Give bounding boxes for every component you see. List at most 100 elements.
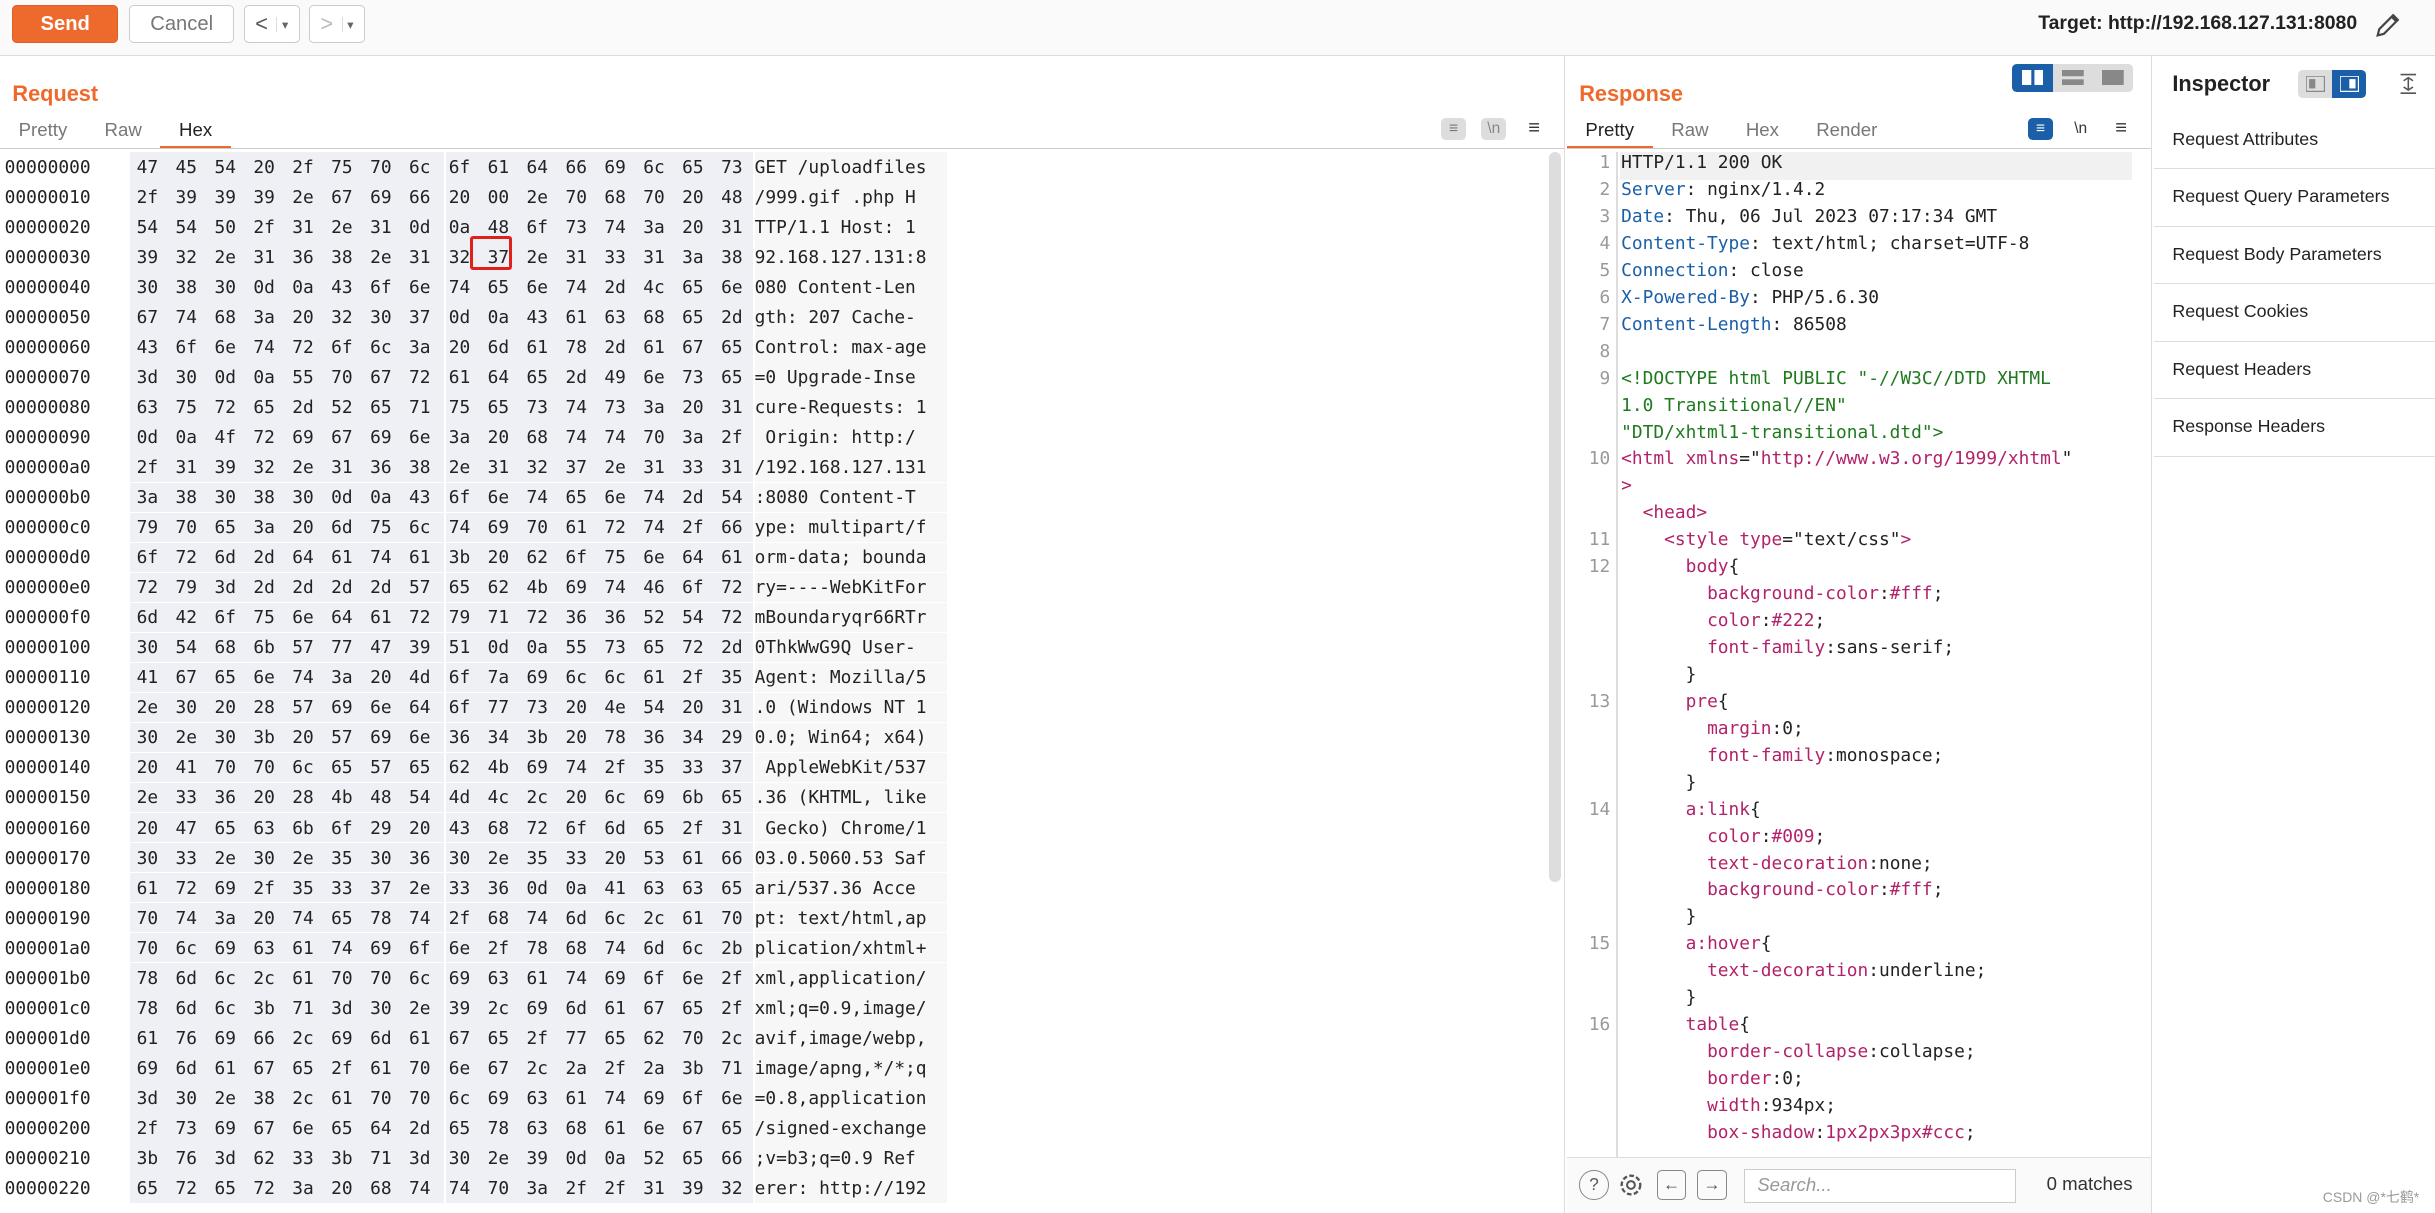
tab-raw[interactable]: Raw [1653,118,1728,149]
hex-bytes[interactable]: 74 69 70 61 72 74 2f 66 [449,517,743,538]
hex-bytes[interactable]: 6e 2f 78 68 74 6d 6c 2b [449,938,743,959]
tab-pretty[interactable]: Pretty [0,118,86,149]
hex-bytes[interactable]: 61 64 65 2d 49 6e 73 65 [449,367,743,388]
tab-hex[interactable]: Hex [160,118,231,150]
hex-row[interactable]: 00000160 20 47 65 63 6b 6f 29 20 43 68 72 … [0,812,1547,843]
hex-bytes[interactable]: 6f 72 6d 2d 64 61 74 61 [137,547,431,568]
tab-hex[interactable]: Hex [1727,118,1797,149]
hex-bytes[interactable]: 30 2e 39 0d 0a 52 65 66 [449,1148,743,1169]
hex-bytes[interactable]: 78 6d 6c 2c 61 70 70 6c [137,968,431,989]
hex-ascii[interactable]: avif,image/webp, [754,1023,948,1053]
hex-bytes[interactable]: 6f 7a 69 6c 6c 61 2f 35 [449,667,743,688]
hex-ascii[interactable]: ry=----WebKitFor [754,572,948,603]
hex-bytes[interactable]: 2f 31 39 32 2e 31 36 38 [137,457,431,478]
hex-row[interactable]: 000001e0 69 6d 61 67 65 2f 61 70 6e 67 2c … [0,1053,1547,1083]
hex-row[interactable]: 00000210 3b 76 3d 62 33 3b 71 3d 30 2e 39 … [0,1143,1547,1173]
hex-ascii[interactable]: 0.0; Win64; x64) [754,722,948,753]
hex-bytes[interactable]: 6d 42 6f 75 6e 64 61 72 [137,607,431,628]
hex-bytes[interactable]: 3a 38 30 38 30 0d 0a 43 [137,487,431,508]
inspector-layout-toggle[interactable] [2298,69,2367,98]
hex-bytes[interactable]: 6f 77 73 20 4e 54 20 31 [449,697,743,718]
hex-row[interactable]: 00000140 20 41 70 70 6c 65 57 65 62 4b 69 … [0,752,1547,783]
hex-ascii[interactable]: 03.0.5060.53 Saf [754,842,948,873]
inspector-list-icon[interactable] [2298,69,2333,98]
tab-raw[interactable]: Raw [86,118,161,149]
hex-ascii[interactable]: .36 (KHTML, like [754,782,948,813]
forward-button[interactable]: > ▾ [309,4,365,44]
send-button[interactable]: Send [12,4,118,44]
hex-bytes[interactable]: 41 67 65 6e 74 3a 20 4d [137,667,431,688]
hex-bytes[interactable]: 51 0d 0a 55 73 65 72 2d [449,637,743,658]
hex-ascii[interactable]: image/apng,*/*;q [754,1053,948,1083]
layout-toggle[interactable] [2012,63,2134,92]
hex-row[interactable]: 00000000 47 45 54 20 2f 75 70 6c 6f 61 64 … [0,152,1547,182]
inspector-request-attributes[interactable]: Request Attributes [2153,112,2435,170]
menu-icon[interactable]: ≡ [1522,117,1547,140]
hex-row[interactable]: 00000130 30 2e 30 3b 20 57 69 6e 36 34 3b … [0,722,1547,753]
hex-row[interactable]: 000000d0 6f 72 6d 2d 64 61 74 61 3b 20 62 … [0,542,1547,573]
hex-bytes[interactable]: 20 00 2e 70 68 70 20 48 [449,187,743,208]
hex-ascii[interactable]: 92.168.127.131:8 [754,242,948,272]
newline-toggle[interactable]: \n [1481,118,1507,140]
hex-bytes[interactable]: 30 38 30 0d 0a 43 6f 6e [137,277,431,298]
newline-toggle[interactable]: \n [2068,118,2093,140]
hex-bytes[interactable]: 30 54 68 6b 57 77 47 39 [137,637,431,658]
hex-ascii[interactable]: /signed-exchange [754,1113,948,1143]
hex-row[interactable]: 00000060 43 6f 6e 74 72 6f 6c 3a 20 6d 61 … [0,332,1547,362]
search-input[interactable]: Search... [1743,1168,2016,1203]
hex-bytes[interactable]: 43 68 72 6f 6d 65 2f 31 [449,818,743,839]
hex-bytes[interactable]: 2f 39 39 39 2e 67 69 66 [137,187,431,208]
hex-bytes[interactable]: 2f 73 69 67 6e 65 64 2d [137,1118,431,1139]
hex-bytes[interactable]: 70 6c 69 63 61 74 69 6f [137,938,431,959]
hex-row[interactable]: 00000040 30 38 30 0d 0a 43 6f 6e 74 65 6e … [0,272,1547,302]
hex-bytes[interactable]: 4d 4c 2c 20 6c 69 6b 65 [449,787,743,808]
forward-dropdown-icon[interactable]: ▾ [341,16,353,32]
hex-bytes[interactable]: 69 63 61 74 69 6f 6e 2f [449,968,743,989]
hex-bytes[interactable]: 3b 20 62 6f 75 6e 64 61 [449,547,743,568]
hex-bytes[interactable]: 61 72 69 2f 35 33 37 2e [137,878,431,899]
hex-bytes[interactable]: 54 54 50 2f 31 2e 31 0d [137,217,431,238]
hex-row[interactable]: 000000c0 79 70 65 3a 20 6d 75 6c 74 69 70 … [0,512,1547,543]
hex-ascii[interactable]: .0 (Windows NT 1 [754,692,948,723]
hex-bytes[interactable]: 39 2c 69 6d 61 67 65 2f [449,998,743,1019]
hex-bytes[interactable]: 2f 68 74 6d 6c 2c 61 70 [449,908,743,929]
tab-pretty[interactable]: Pretty [1566,118,1653,150]
hex-row[interactable]: 00000070 3d 30 0d 0a 55 70 67 72 61 64 65 … [0,362,1547,392]
hex-bytes[interactable]: 6e 67 2c 2a 2f 2a 3b 71 [449,1058,743,1079]
hex-ascii[interactable]: cure-Requests: 1 [754,392,948,422]
hex-bytes[interactable]: 65 72 65 72 3a 20 68 74 [137,1178,431,1199]
hex-row[interactable]: 00000180 61 72 69 2f 35 33 37 2e 33 36 0d … [0,872,1547,903]
hex-row[interactable]: 000000f0 6d 42 6f 75 6e 64 61 72 79 71 72 … [0,602,1547,633]
hex-bytes[interactable]: 69 6d 61 67 65 2f 61 70 [137,1058,431,1079]
hex-bytes[interactable]: 3d 30 0d 0a 55 70 67 72 [137,367,431,388]
hex-row[interactable]: 000001b0 78 6d 6c 2c 61 70 70 6c 69 63 61 … [0,963,1547,993]
hex-row[interactable]: 00000220 65 72 65 72 3a 20 68 74 74 70 3a … [0,1173,1547,1203]
hex-bytes[interactable]: 6c 69 63 61 74 69 6f 6e [449,1088,743,1109]
hex-bytes[interactable]: 70 74 3a 20 74 65 78 74 [137,908,431,929]
inspector-panel-icon[interactable] [2332,69,2367,98]
hex-row[interactable]: 00000020 54 54 50 2f 31 2e 31 0d 0a 48 6f … [0,212,1547,242]
inspector-request-body-parameters[interactable]: Request Body Parameters [2153,227,2435,285]
hex-row[interactable]: 00000150 2e 33 36 20 28 4b 48 54 4d 4c 2c … [0,782,1547,813]
search-next-icon[interactable]: → [1697,1170,1727,1200]
hex-row[interactable]: 00000050 67 74 68 3a 20 32 30 37 0d 0a 43 … [0,302,1547,332]
tab-render[interactable]: Render [1798,118,1896,149]
back-button[interactable]: < ▾ [243,4,300,44]
hex-row[interactable]: 00000170 30 33 2e 30 2e 35 30 36 30 2e 35 … [0,842,1547,873]
search-prev-icon[interactable]: ← [1656,1170,1687,1200]
hex-row[interactable]: 00000100 30 54 68 6b 57 77 47 39 51 0d 0a … [0,632,1547,663]
hex-ascii[interactable]: pt: text/html,ap [754,902,948,933]
hex-bytes[interactable]: 79 71 72 36 36 52 54 72 [449,607,743,628]
hex-row[interactable]: 000000b0 3a 38 30 38 30 0d 0a 43 6f 6e 74 … [0,482,1547,513]
wrap-icon[interactable]: ≡ [2027,118,2053,140]
response-code[interactable]: 1 HTTP/1.1 200 OK 2 Server: nginx/1.4.2 3D… [1567,152,2152,1149]
hex-row[interactable]: 000000e0 72 79 3d 2d 2d 2d 2d 57 65 62 4b … [0,572,1547,603]
hex-ascii[interactable]: ;v=b3;q=0.9 Ref [754,1143,948,1173]
hex-ascii[interactable]: Control: max-age [754,332,948,362]
hex-bytes[interactable]: 2e 31 32 37 2e 31 33 31 [449,457,743,478]
hex-bytes[interactable]: 78 6d 6c 3b 71 3d 30 2e [137,998,431,1019]
wrap-icon[interactable]: ≡ [1440,118,1466,140]
hex-bytes[interactable]: 2e 33 36 20 28 4b 48 54 [137,787,431,808]
layout-horizontal-icon[interactable] [2052,63,2094,92]
hex-ascii[interactable]: gth: 207 Cache- [754,302,948,332]
